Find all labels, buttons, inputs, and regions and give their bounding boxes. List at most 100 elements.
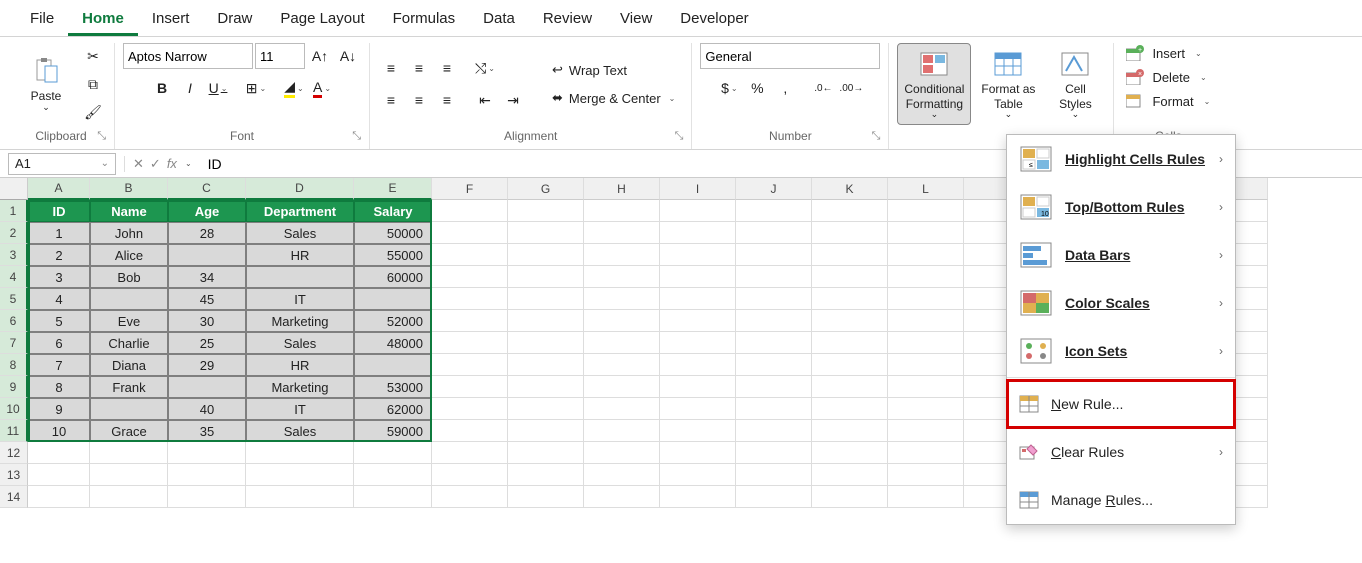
cell[interactable] [888, 332, 964, 354]
increase-decimal-button[interactable]: .0← [810, 75, 836, 101]
percent-button[interactable]: % [744, 75, 770, 101]
cf-top-bottom-rules[interactable]: 10 Top/Bottom Rules › [1007, 183, 1235, 231]
cell[interactable] [736, 354, 812, 376]
delete-cells-button[interactable]: × Delete ⌄ [1122, 67, 1210, 87]
cell[interactable] [508, 442, 584, 464]
increase-indent-button[interactable]: ⇥ [500, 87, 526, 113]
cell[interactable]: 1 [28, 222, 90, 244]
select-all-corner[interactable] [0, 178, 28, 200]
cell[interactable] [660, 222, 736, 244]
bold-button[interactable]: B [149, 75, 175, 101]
format-as-table-button[interactable]: Format as Table ⌄ [975, 44, 1041, 124]
cell[interactable]: Bob [90, 266, 168, 288]
cell[interactable] [432, 420, 508, 442]
cell[interactable] [888, 200, 964, 222]
cell[interactable] [812, 486, 888, 508]
cell[interactable] [584, 464, 660, 486]
align-middle-button[interactable]: ≡ [406, 55, 432, 81]
cell[interactable]: 62000 [354, 398, 432, 420]
cell[interactable] [660, 420, 736, 442]
cell[interactable] [736, 486, 812, 508]
cell[interactable] [508, 464, 584, 486]
cell[interactable]: 52000 [354, 310, 432, 332]
cell[interactable] [168, 376, 246, 398]
row-header[interactable]: 2 [0, 222, 28, 244]
cell[interactable]: 59000 [354, 420, 432, 442]
cell[interactable] [168, 442, 246, 464]
cell[interactable]: Charlie [90, 332, 168, 354]
cell[interactable]: Sales [246, 420, 354, 442]
cell[interactable] [660, 464, 736, 486]
align-top-button[interactable]: ≡ [378, 55, 404, 81]
cell[interactable] [888, 354, 964, 376]
cell[interactable] [508, 244, 584, 266]
cell[interactable] [660, 354, 736, 376]
cell[interactable] [584, 222, 660, 244]
cell[interactable] [432, 376, 508, 398]
cell[interactable] [660, 376, 736, 398]
wrap-text-button[interactable]: ↩ Wrap Text [544, 59, 683, 81]
cell[interactable] [812, 222, 888, 244]
cell[interactable] [584, 376, 660, 398]
row-header[interactable]: 6 [0, 310, 28, 332]
cf-highlight-rules[interactable]: ≤ Highlight Cells Rules › [1007, 135, 1235, 183]
cell[interactable] [508, 200, 584, 222]
cell[interactable] [660, 486, 736, 508]
align-left-button[interactable]: ≡ [378, 87, 404, 113]
cell[interactable]: Alice [90, 244, 168, 266]
cell[interactable] [584, 486, 660, 508]
font-launcher[interactable]: ⤡ [352, 130, 361, 143]
number-launcher[interactable]: ⤡ [872, 130, 881, 143]
cell[interactable] [812, 200, 888, 222]
col-header[interactable]: D [246, 178, 354, 200]
cell[interactable] [508, 354, 584, 376]
font-name-select[interactable] [123, 43, 253, 69]
cell[interactable]: Sales [246, 332, 354, 354]
cell[interactable]: 60000 [354, 266, 432, 288]
row-header[interactable]: 14 [0, 486, 28, 508]
cell[interactable] [354, 486, 432, 508]
cell[interactable]: 10 [28, 420, 90, 442]
cell[interactable]: 7 [28, 354, 90, 376]
cell[interactable] [508, 266, 584, 288]
underline-button[interactable]: U⌄ [205, 75, 231, 101]
cell[interactable] [432, 288, 508, 310]
cell[interactable]: Name [90, 200, 168, 222]
cell[interactable]: Department [246, 200, 354, 222]
comma-button[interactable]: , [772, 75, 798, 101]
cell[interactable]: John [90, 222, 168, 244]
cell[interactable] [888, 486, 964, 508]
cell[interactable] [736, 376, 812, 398]
cell[interactable] [584, 200, 660, 222]
number-format-select[interactable] [700, 43, 880, 69]
tab-view[interactable]: View [606, 4, 666, 36]
col-header[interactable]: F [432, 178, 508, 200]
cell[interactable] [508, 310, 584, 332]
col-header[interactable]: H [584, 178, 660, 200]
cell[interactable] [812, 354, 888, 376]
row-header[interactable]: 1 [0, 200, 28, 222]
align-bottom-button[interactable]: ≡ [434, 55, 460, 81]
cell[interactable] [354, 464, 432, 486]
cell[interactable] [28, 442, 90, 464]
tab-file[interactable]: File [16, 4, 68, 36]
cell[interactable] [660, 288, 736, 310]
cell[interactable] [246, 266, 354, 288]
format-painter-button[interactable]: 🖌 [80, 99, 106, 125]
cell[interactable] [90, 486, 168, 508]
cell[interactable]: 28 [168, 222, 246, 244]
col-header[interactable]: G [508, 178, 584, 200]
cell[interactable] [812, 442, 888, 464]
row-header[interactable]: 4 [0, 266, 28, 288]
cell[interactable]: 40 [168, 398, 246, 420]
cell[interactable] [736, 310, 812, 332]
cell[interactable] [508, 376, 584, 398]
cell[interactable]: Salary [354, 200, 432, 222]
cell[interactable] [246, 442, 354, 464]
row-header[interactable]: 3 [0, 244, 28, 266]
tab-review[interactable]: Review [529, 4, 606, 36]
cell[interactable]: 29 [168, 354, 246, 376]
cell[interactable] [888, 310, 964, 332]
tab-developer[interactable]: Developer [666, 4, 762, 36]
cell[interactable] [736, 442, 812, 464]
